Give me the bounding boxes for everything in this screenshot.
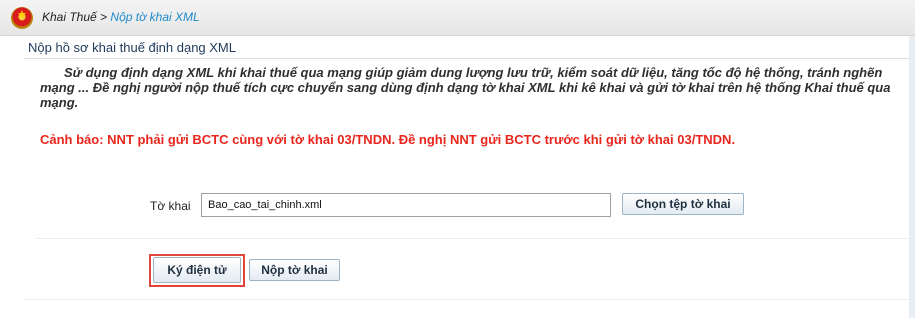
top-bar: Khai Thuế > Nộp tờ khai XML — [0, 0, 915, 36]
intro-text: Sử dụng định dạng XML khi khai thuế qua … — [40, 65, 891, 110]
sign-button[interactable]: Ký điện tử — [153, 257, 241, 283]
section-title: Nộp hồ sơ khai thuế định dạng XML — [28, 40, 236, 55]
title-divider — [24, 58, 909, 59]
breadcrumb-separator: > — [100, 10, 108, 24]
bottom-divider — [24, 299, 909, 300]
choose-file-button[interactable]: Chọn tệp tờ khai — [622, 193, 744, 215]
right-border — [909, 36, 915, 318]
national-emblem-icon — [11, 7, 33, 29]
file-input[interactable] — [201, 193, 611, 217]
breadcrumb: Khai Thuế > Nộp tờ khai XML — [42, 10, 200, 24]
form-divider — [36, 238, 909, 239]
warning-text: Cảnh báo: NNT phải gửi BCTC cùng với tờ … — [40, 132, 736, 147]
breadcrumb-home[interactable]: Khai Thuế — [42, 10, 97, 24]
breadcrumb-current[interactable]: Nộp tờ khai XML — [110, 10, 199, 24]
submit-button[interactable]: Nộp tờ khai — [249, 259, 340, 281]
file-label: Tờ khai — [150, 199, 191, 213]
